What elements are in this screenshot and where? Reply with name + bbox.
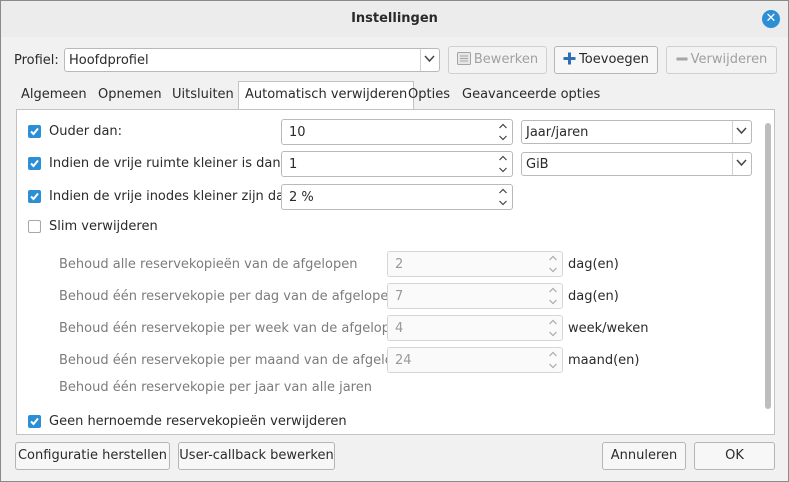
- window-title: Instellingen: [351, 11, 438, 26]
- profile-select[interactable]: Hoofdprofiel: [64, 48, 440, 72]
- keep-month-unit: maand(en): [568, 353, 640, 368]
- older-than-spinbox[interactable]: 10: [281, 119, 513, 145]
- older-than-unit-select[interactable]: Jaar/jaren: [521, 120, 752, 144]
- tab-opnemen[interactable]: Opnemen: [98, 81, 162, 109]
- title-bar: Instellingen ✕: [1, 1, 788, 37]
- keep-all-value: 2: [395, 257, 404, 272]
- tab-opties[interactable]: Opties: [408, 81, 450, 109]
- remove-profile-label: Verwijderen: [690, 52, 768, 67]
- chevron-down-icon: [732, 153, 751, 175]
- free-space-value: 1: [289, 157, 298, 172]
- keep-all-label: Behoud alle reservekopieën van de afgelo…: [59, 257, 358, 272]
- plus-icon: [563, 49, 576, 75]
- keep-day-unit: dag(en): [568, 289, 619, 304]
- spin-arrows-icon[interactable]: [498, 154, 508, 174]
- older-than-unit: Jaar/jaren: [526, 125, 589, 140]
- minus-icon: [676, 48, 688, 74]
- chevron-down-icon: [420, 49, 439, 71]
- free-space-unit: GiB: [526, 157, 549, 172]
- free-space-unit-select[interactable]: GiB: [521, 152, 752, 176]
- dont-remove-named-checkbox[interactable]: [28, 415, 41, 428]
- spin-arrows-icon[interactable]: [498, 122, 508, 142]
- remove-profile-button[interactable]: Verwijderen: [666, 46, 777, 74]
- older-than-checkbox[interactable]: [28, 125, 41, 138]
- spin-arrows-icon[interactable]: [548, 350, 558, 370]
- free-inodes-spinbox[interactable]: 2 %: [281, 184, 513, 210]
- smart-remove-label: Slim verwijderen: [49, 219, 158, 234]
- settings-window: Instellingen ✕ Profiel: Hoofdprofiel Bew…: [0, 0, 789, 482]
- keep-week-value: 4: [395, 321, 404, 336]
- checkmark-icon: [30, 127, 39, 136]
- restore-config-button[interactable]: Configuratie herstellen: [15, 442, 170, 470]
- close-icon: ✕: [765, 11, 777, 26]
- spin-arrows-icon[interactable]: [548, 254, 558, 274]
- ok-button[interactable]: OK: [694, 442, 775, 470]
- keep-week-spinbox[interactable]: 4: [387, 315, 563, 341]
- spin-arrows-icon[interactable]: [498, 187, 508, 207]
- free-space-label: Indien de vrije ruimte kleiner is dan:: [49, 156, 285, 171]
- free-space-checkbox[interactable]: [28, 157, 41, 170]
- tab-geavanceerde-opties[interactable]: Geavanceerde opties: [462, 81, 600, 109]
- edit-profile-label: Bewerken: [473, 52, 539, 67]
- edit-profile-button[interactable]: Bewerken: [448, 46, 547, 74]
- free-inodes-label: Indien de vrije inodes kleiner zijn dan:: [49, 189, 297, 204]
- free-space-spinbox[interactable]: 1: [281, 151, 513, 177]
- edit-icon: [456, 49, 471, 75]
- older-than-label: Ouder dan:: [49, 124, 123, 139]
- checkmark-icon: [30, 417, 39, 426]
- free-inodes-value: 2 %: [289, 190, 314, 205]
- older-than-value: 10: [289, 125, 306, 140]
- profile-label: Profiel:: [14, 53, 59, 68]
- checkmark-icon: [30, 159, 39, 168]
- spin-arrows-icon[interactable]: [548, 286, 558, 306]
- keep-day-value: 7: [395, 289, 404, 304]
- profile-value: Hoofdprofiel: [69, 53, 149, 68]
- keep-month-label: Behoud één reservekopie per maand van de…: [59, 353, 418, 368]
- spin-arrows-icon[interactable]: [548, 318, 558, 338]
- chevron-down-icon: [732, 121, 751, 143]
- smart-remove-checkbox[interactable]: [28, 220, 41, 233]
- scrollbar[interactable]: [765, 123, 771, 409]
- tab-algemeen[interactable]: Algemeen: [21, 81, 87, 109]
- close-button[interactable]: ✕: [762, 10, 780, 28]
- tab-uitsluiten[interactable]: Uitsluiten: [172, 81, 234, 109]
- keep-all-unit: dag(en): [568, 257, 619, 272]
- keep-week-unit: week/weken: [568, 321, 649, 336]
- dont-remove-named-label: Geen hernoemde reservekopieën verwijdere…: [49, 414, 347, 429]
- keep-year-label: Behoud één reservekopie per jaar van all…: [59, 380, 372, 395]
- add-profile-label: Toevoegen: [579, 52, 649, 67]
- add-profile-button[interactable]: Toevoegen: [554, 46, 658, 74]
- cancel-button[interactable]: Annuleren: [602, 442, 686, 470]
- keep-all-spinbox[interactable]: 2: [387, 251, 563, 277]
- keep-month-spinbox[interactable]: 24: [387, 347, 563, 373]
- checkmark-icon: [30, 192, 39, 201]
- edit-callback-button[interactable]: User-callback bewerken: [178, 442, 335, 470]
- keep-month-value: 24: [395, 353, 412, 368]
- free-inodes-checkbox[interactable]: [28, 190, 41, 203]
- keep-week-label: Behoud één reservekopie per week van de …: [59, 321, 407, 336]
- tab-automatisch-verwijderen[interactable]: Automatisch verwijderen: [238, 81, 415, 109]
- keep-day-spinbox[interactable]: 7: [387, 283, 563, 309]
- keep-day-label: Behoud één reservekopie per dag van de a…: [59, 289, 397, 304]
